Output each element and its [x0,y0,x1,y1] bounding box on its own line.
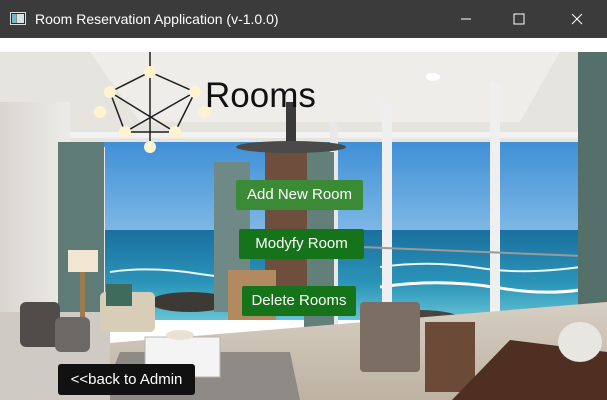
delete-rooms-button[interactable]: Delete Rooms [242,286,356,316]
page-title: Rooms [205,76,316,115]
window-title: Room Reservation Application (v-1.0.0) [35,11,279,27]
maximize-icon [513,13,525,25]
back-to-admin-button[interactable]: <<back to Admin [58,364,195,395]
app-icon [10,12,26,25]
minimize-icon [461,18,471,20]
close-button[interactable] [554,0,600,38]
add-new-room-button[interactable]: Add New Room [236,180,363,210]
close-icon [571,13,583,25]
title-bar: Room Reservation Application (v-1.0.0) [0,0,607,38]
modify-room-button[interactable]: Modyfy Room [239,229,364,259]
maximize-button[interactable] [496,0,542,38]
minimize-button[interactable] [443,0,489,38]
